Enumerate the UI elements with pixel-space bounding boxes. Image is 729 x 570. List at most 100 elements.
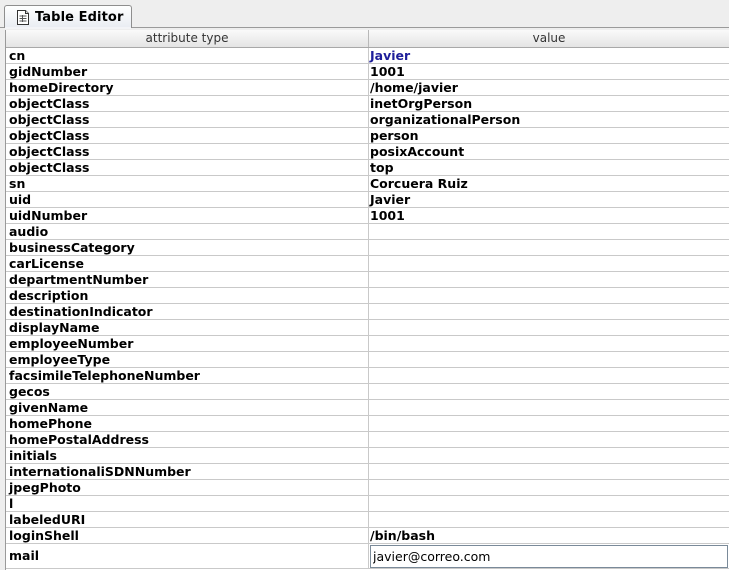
value-cell[interactable]	[369, 320, 729, 336]
value-cell[interactable]	[369, 496, 729, 512]
table-row[interactable]: description	[6, 288, 729, 304]
table-row[interactable]: internationaliSDNNumber	[6, 464, 729, 480]
value-cell[interactable]: person	[369, 128, 729, 144]
value-cell[interactable]	[369, 336, 729, 352]
table-row[interactable]: gecos	[6, 384, 729, 400]
value-cell[interactable]	[369, 512, 729, 528]
table-row[interactable]: homeDirectory/home/javier	[6, 80, 729, 96]
attribute-type-cell[interactable]: initials	[6, 448, 369, 464]
table-row[interactable]: sn Corcuera Ruiz	[6, 176, 729, 192]
value-cell[interactable]	[369, 272, 729, 288]
column-header-value[interactable]: value	[369, 30, 729, 47]
value-cell[interactable]: 1001	[369, 208, 729, 224]
table-row[interactable]: carLicense	[6, 256, 729, 272]
table-row[interactable]: jpegPhoto	[6, 480, 729, 496]
attribute-type-cell[interactable]: facsimileTelephoneNumber	[6, 368, 369, 384]
value-cell-editing[interactable]	[369, 544, 729, 569]
value-cell[interactable]	[369, 352, 729, 368]
attribute-type-cell[interactable]: uidNumber	[6, 208, 369, 224]
table-row[interactable]: objectClass top	[6, 160, 729, 176]
value-cell[interactable]	[369, 384, 729, 400]
table-row[interactable]: employeeType	[6, 352, 729, 368]
value-cell[interactable]: inetOrgPerson	[369, 96, 729, 112]
table-row[interactable]: mail	[6, 544, 729, 569]
attribute-type-cell[interactable]: gidNumber	[6, 64, 369, 80]
attribute-type-cell[interactable]: internationaliSDNNumber	[6, 464, 369, 480]
table-row[interactable]: destinationIndicator	[6, 304, 729, 320]
value-cell[interactable]: Javier	[369, 48, 729, 64]
value-cell[interactable]: /home/javier	[369, 80, 729, 96]
attribute-type-cell[interactable]: jpegPhoto	[6, 480, 369, 496]
attribute-type-cell[interactable]: objectClass	[6, 96, 369, 112]
table-row[interactable]: gidNumber 1001	[6, 64, 729, 80]
table-row[interactable]: loginShell/bin/bash	[6, 528, 729, 544]
attribute-type-cell[interactable]: givenName	[6, 400, 369, 416]
mail-value-input[interactable]	[370, 545, 728, 568]
value-cell[interactable]: top	[369, 160, 729, 176]
value-cell[interactable]	[369, 464, 729, 480]
table-row[interactable]: uid Javier	[6, 192, 729, 208]
attribute-type-cell[interactable]: employeeType	[6, 352, 369, 368]
attribute-type-cell[interactable]: departmentNumber	[6, 272, 369, 288]
attribute-type-cell[interactable]: homePostalAddress	[6, 432, 369, 448]
attribute-type-cell[interactable]: labeledURI	[6, 512, 369, 528]
attribute-type-cell[interactable]: employeeNumber	[6, 336, 369, 352]
table-row[interactable]: labeledURI	[6, 512, 729, 528]
table-row[interactable]: homePostalAddress	[6, 432, 729, 448]
attribute-type-cell[interactable]: audio	[6, 224, 369, 240]
table-row[interactable]: l	[6, 496, 729, 512]
value-cell[interactable]: posixAccount	[369, 144, 729, 160]
table-row[interactable]: facsimileTelephoneNumber	[6, 368, 729, 384]
table-row[interactable]: departmentNumber	[6, 272, 729, 288]
value-cell[interactable]: 1001	[369, 64, 729, 80]
attribute-type-cell[interactable]: objectClass	[6, 128, 369, 144]
table-row[interactable]: objectClass person	[6, 128, 729, 144]
table-row[interactable]: objectClass posixAccount	[6, 144, 729, 160]
table-row[interactable]: uidNumber 1001	[6, 208, 729, 224]
value-cell[interactable]	[369, 224, 729, 240]
table-row[interactable]: givenName	[6, 400, 729, 416]
attribute-type-cell[interactable]: homePhone	[6, 416, 369, 432]
column-header-attribute-type[interactable]: attribute type	[6, 30, 369, 47]
value-cell[interactable]	[369, 304, 729, 320]
attribute-table[interactable]: attribute type value cn Javier gidNumber 10…	[5, 30, 729, 570]
attribute-type-cell[interactable]: businessCategory	[6, 240, 369, 256]
table-row[interactable]: businessCategory	[6, 240, 729, 256]
value-cell[interactable]	[369, 400, 729, 416]
value-cell[interactable]: organizationalPerson	[369, 112, 729, 128]
value-cell[interactable]: Corcuera Ruiz	[369, 176, 729, 192]
table-row[interactable]: objectClass inetOrgPerson	[6, 96, 729, 112]
table-row[interactable]: employeeNumber	[6, 336, 729, 352]
attribute-type-cell[interactable]: objectClass	[6, 160, 369, 176]
value-cell[interactable]	[369, 288, 729, 304]
attribute-type-cell[interactable]: uid	[6, 192, 369, 208]
attribute-type-cell[interactable]: carLicense	[6, 256, 369, 272]
table-row[interactable]: audio	[6, 224, 729, 240]
attribute-type-cell[interactable]: objectClass	[6, 144, 369, 160]
attribute-type-cell[interactable]: destinationIndicator	[6, 304, 369, 320]
attribute-type-cell[interactable]: sn	[6, 176, 369, 192]
attribute-type-cell[interactable]: loginShell	[6, 528, 369, 544]
attribute-type-cell[interactable]: cn	[6, 48, 369, 64]
table-row[interactable]: objectClass organizationalPerson	[6, 112, 729, 128]
value-cell[interactable]	[369, 432, 729, 448]
value-cell[interactable]	[369, 448, 729, 464]
value-cell[interactable]: Javier	[369, 192, 729, 208]
attribute-type-cell[interactable]: gecos	[6, 384, 369, 400]
value-cell[interactable]	[369, 256, 729, 272]
value-cell[interactable]	[369, 368, 729, 384]
attribute-type-cell[interactable]: mail	[6, 544, 369, 569]
value-cell[interactable]	[369, 480, 729, 496]
attribute-type-cell[interactable]: displayName	[6, 320, 369, 336]
table-row[interactable]: homePhone	[6, 416, 729, 432]
attribute-type-cell[interactable]: l	[6, 496, 369, 512]
value-cell[interactable]: /bin/bash	[369, 528, 729, 544]
attribute-type-cell[interactable]: homeDirectory	[6, 80, 369, 96]
table-row[interactable]: displayName	[6, 320, 729, 336]
table-row[interactable]: initials	[6, 448, 729, 464]
attribute-type-cell[interactable]: objectClass	[6, 112, 369, 128]
value-cell[interactable]	[369, 240, 729, 256]
tab-table-editor[interactable]: Table Editor	[4, 5, 132, 28]
table-row[interactable]: cn Javier	[6, 48, 729, 64]
attribute-type-cell[interactable]: description	[6, 288, 369, 304]
